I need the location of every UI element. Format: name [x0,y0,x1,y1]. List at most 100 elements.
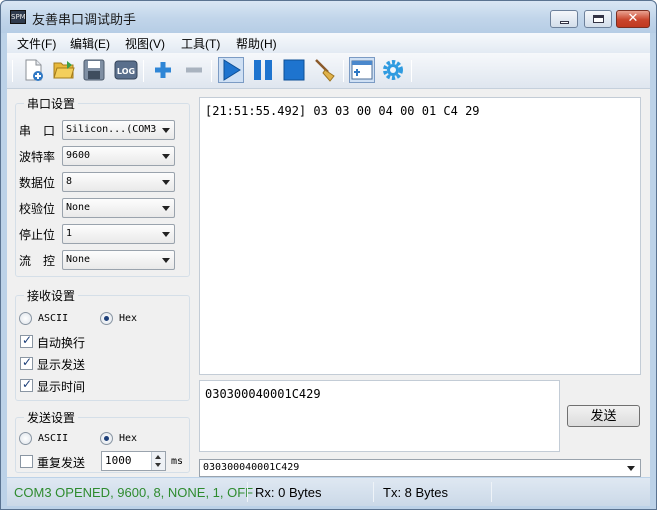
toolbar-separator [211,60,212,82]
receive-hex-label: Hex [119,313,138,324]
send-settings-title: 发送设置 [24,409,79,426]
clear-broom-icon[interactable] [312,57,338,83]
baud-select[interactable]: 9600 [62,146,175,166]
chevron-down-icon [162,206,170,211]
send-button[interactable]: 发送 [567,405,640,427]
open-icon[interactable] [51,57,77,83]
show-time-checkbox[interactable] [20,377,33,392]
stopbits-select[interactable]: 1 [62,224,175,244]
port-value: Silicon...(COM3 [66,124,157,135]
show-send-label: 显示发送 [37,358,86,372]
chevron-down-icon [162,128,170,133]
show-time-label: 显示时间 [37,380,86,394]
add-icon[interactable] [150,57,176,83]
send-ascii-radio[interactable] [19,432,32,445]
status-divider [247,482,248,502]
window-title: 友善串口调试助手 [32,12,137,27]
interval-stepper[interactable]: 1000 [101,451,166,471]
receive-settings-group: 接收设置 ASCII Hex 自动换行 显示发送 显示时间 [15,287,190,401]
tx-count: Tx: 8 Bytes [383,485,449,500]
status-bar: COM3 OPENED, 9600, 8, NONE, 1, OFF Rx: 0… [7,478,650,506]
title-bar[interactable]: SPM 友善串口调试助手 ✕ [1,1,656,33]
send-hex-radio[interactable] [100,432,113,445]
receive-content: [21:51:55.492] 03 03 00 04 00 01 C4 29 [205,104,480,118]
send-ascii-label: ASCII [38,433,69,444]
port-label: 串 口 [19,124,56,138]
port-select[interactable]: Silicon...(COM3 [62,120,175,140]
flow-value: None [66,254,91,265]
baud-label: 波特率 [19,150,56,164]
databits-value: 8 [66,176,73,187]
serial-settings-group: 串口设置 串 口 Silicon...(COM3 波特率 9600 数据位 8 … [15,95,190,277]
baud-value: 9600 [66,150,91,161]
receive-textarea[interactable]: [21:51:55.492] 03 03 00 04 00 01 C4 29 [199,97,641,375]
port-status: COM3 OPENED, 9600, 8, NONE, 1, OFF [14,485,254,500]
maximize-icon [593,15,604,23]
stopbits-label: 停止位 [19,228,56,242]
send-hex-label: Hex [119,433,138,444]
toolbar-separator [143,60,144,82]
spin-up-icon[interactable] [155,455,161,459]
pause-icon[interactable] [250,57,276,83]
parity-label: 校验位 [19,202,56,216]
stop-icon[interactable] [281,57,307,83]
status-divider [373,482,374,502]
close-icon: ✕ [627,11,639,26]
show-send-checkbox[interactable] [20,355,33,370]
new-file-icon[interactable] [21,57,47,83]
flow-label: 流 控 [19,254,56,268]
app-window: SPM 友善串口调试助手 ✕ 文件(F) 编辑(E) 视图(V) 工具(T) 帮… [0,0,657,510]
toolbar-separator [343,60,344,82]
spin-down-icon[interactable] [155,463,161,467]
status-divider [491,482,492,502]
chevron-down-icon [162,258,170,263]
menu-file[interactable]: 文件(F) [17,35,56,52]
flow-select[interactable]: None [62,250,175,270]
settings-gear-icon[interactable] [380,57,406,83]
menu-help[interactable]: 帮助(H) [236,35,277,52]
history-value: 030300040001C429 [203,462,300,473]
receive-hex-radio[interactable] [100,312,113,325]
toolbar-grip [12,60,13,82]
menu-view[interactable]: 视图(V) [125,35,165,52]
autowrap-label: 自动换行 [37,336,86,350]
send-content: 030300040001C429 [205,387,321,401]
remove-icon[interactable] [181,57,207,83]
chevron-down-icon [162,232,170,237]
log-label: LOG [117,67,135,76]
interval-unit: ms [171,456,184,467]
autowrap-checkbox[interactable] [20,333,33,348]
menu-edit[interactable]: 编辑(E) [70,35,110,52]
maximize-button[interactable] [584,10,612,28]
rx-count: Rx: 0 Bytes [255,485,322,500]
chevron-down-icon [162,180,170,185]
menu-tools[interactable]: 工具(T) [181,35,220,52]
interval-spin-buttons[interactable] [151,452,165,470]
stopbits-value: 1 [66,228,73,239]
databits-label: 数据位 [19,176,56,190]
client-area: 串口设置 串 口 Silicon...(COM3 波特率 9600 数据位 8 … [7,89,650,477]
send-history-select[interactable]: 030300040001C429 [199,459,641,477]
send-textarea[interactable]: 030300040001C429 [199,380,560,452]
receive-settings-title: 接收设置 [24,287,79,304]
receive-ascii-label: ASCII [38,313,69,324]
save-icon[interactable] [81,57,107,83]
play-icon[interactable] [218,57,244,83]
interval-value: 1000 [105,454,132,467]
app-icon: SPM [10,10,26,24]
parity-select[interactable]: None [62,198,175,218]
repeat-send-checkbox[interactable] [20,455,33,468]
minimize-button[interactable] [550,10,578,28]
window-icon[interactable] [349,57,375,83]
receive-ascii-radio[interactable] [19,312,32,325]
serial-settings-title: 串口设置 [24,95,79,112]
repeat-send-label: 重复发送 [37,456,86,470]
parity-value: None [66,202,91,213]
log-icon[interactable]: LOG [113,57,139,83]
menu-bar: 文件(F) 编辑(E) 视图(V) 工具(T) 帮助(H) [7,33,650,53]
chevron-down-icon [627,466,635,471]
toolbar: LOG [7,53,650,89]
databits-select[interactable]: 8 [62,172,175,192]
toolbar-separator [411,60,412,82]
close-button[interactable]: ✕ [616,10,650,28]
